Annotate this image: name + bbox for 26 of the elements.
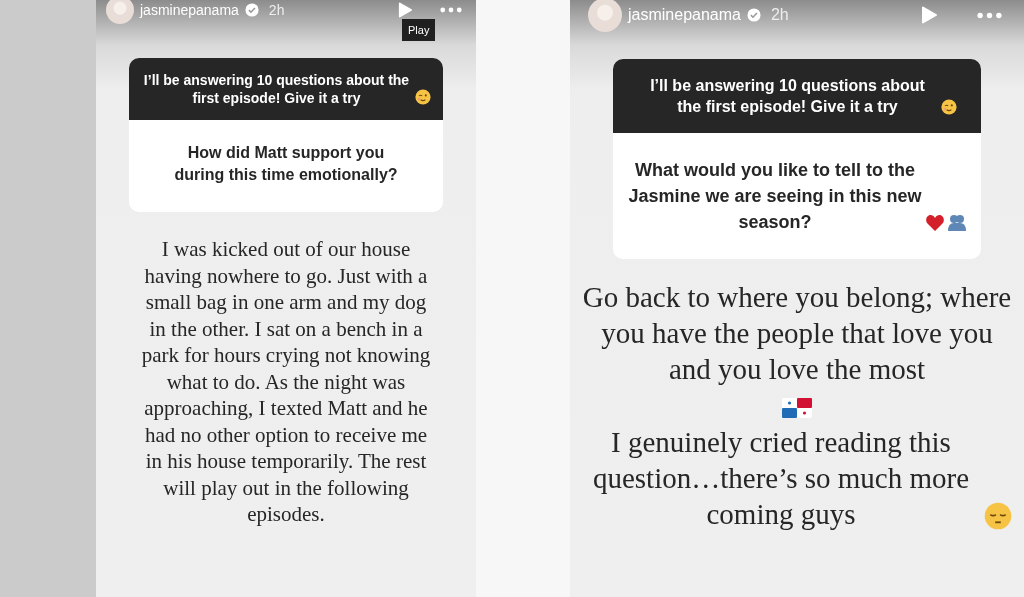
play-icon[interactable] [398, 2, 412, 18]
avatar-icon[interactable] [588, 0, 622, 32]
prompt-text: I’ll be answering 10 questions about the first episode! Give it a try [142, 71, 411, 107]
sad-face-icon [984, 502, 1012, 530]
tooltip: Play [402, 19, 436, 41]
flag-icon [782, 398, 812, 419]
post-time: 2h [770, 6, 789, 24]
winking-face-icon [415, 89, 431, 105]
play-icon[interactable] [921, 6, 937, 24]
question-text: How did Matt support you during this time emotionally? [173, 143, 399, 185]
heart-icon [925, 213, 945, 233]
username[interactable]: jasminepanama [628, 6, 741, 24]
verified-icon [746, 8, 761, 22]
people-icon [947, 213, 967, 233]
verified-icon [244, 3, 259, 17]
more-icon[interactable] [440, 7, 462, 13]
answer-text: I was kicked out of our house having nowhere to go. Just with a small bag in one arm and my dog in the other. I sat on a bench in a park for hours crying not knowing what to do. As the night was approaching, I texted Matt and he had no other option to receive me in his house temporarily. The rest will play out in the following episodes. [140, 236, 432, 528]
prompt-text: I’ll be answering 10 questions about the first episode! Give it a try [649, 76, 926, 117]
post-time: 2h [268, 2, 285, 18]
question-text: What would you like to tell to the Jasmine we are seeing in this new season? [627, 159, 923, 234]
avatar-icon[interactable] [106, 0, 134, 24]
username[interactable]: jasminepanama [140, 2, 239, 18]
winking-face-icon [941, 99, 957, 115]
answer-text: Go back to where you belong; where you have the people that love you and you love the most [582, 280, 1012, 387]
answer-text: I genuinely cried reading this question…there’s so much more coming guys [591, 425, 971, 532]
more-icon[interactable] [977, 11, 1002, 19]
